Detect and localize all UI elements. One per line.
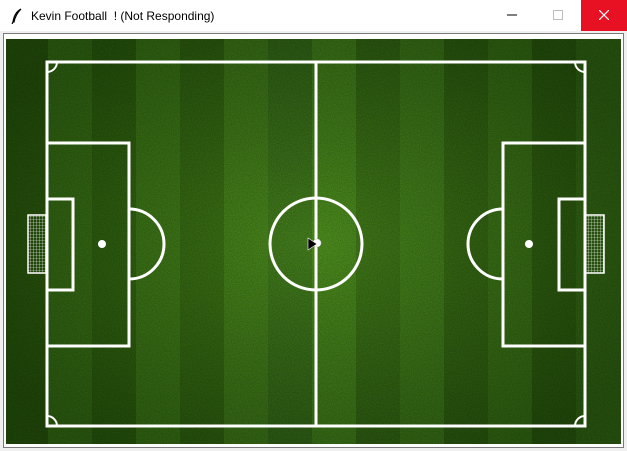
- feather-icon: [9, 7, 25, 24]
- maximize-button[interactable]: [535, 0, 581, 31]
- window-controls: [489, 0, 627, 31]
- title-bar[interactable]: Kevin Football ! (Not Responding): [0, 0, 627, 31]
- minimize-button[interactable]: [489, 0, 535, 31]
- right-penalty-spot: [525, 240, 533, 248]
- left-penalty-spot: [98, 240, 106, 248]
- pitch-svg: [6, 39, 621, 444]
- canvas-area[interactable]: [3, 33, 624, 448]
- maximize-icon: [553, 7, 563, 25]
- window-title: Kevin Football ! (Not Responding): [31, 8, 215, 23]
- minimize-icon: [507, 7, 517, 25]
- close-button[interactable]: [581, 0, 627, 31]
- left-goal: [27, 214, 48, 274]
- football-pitch[interactable]: [6, 39, 621, 444]
- close-icon: [598, 7, 610, 25]
- right-goal: [584, 214, 605, 274]
- app-window: Kevin Football ! (Not Responding): [0, 0, 627, 451]
